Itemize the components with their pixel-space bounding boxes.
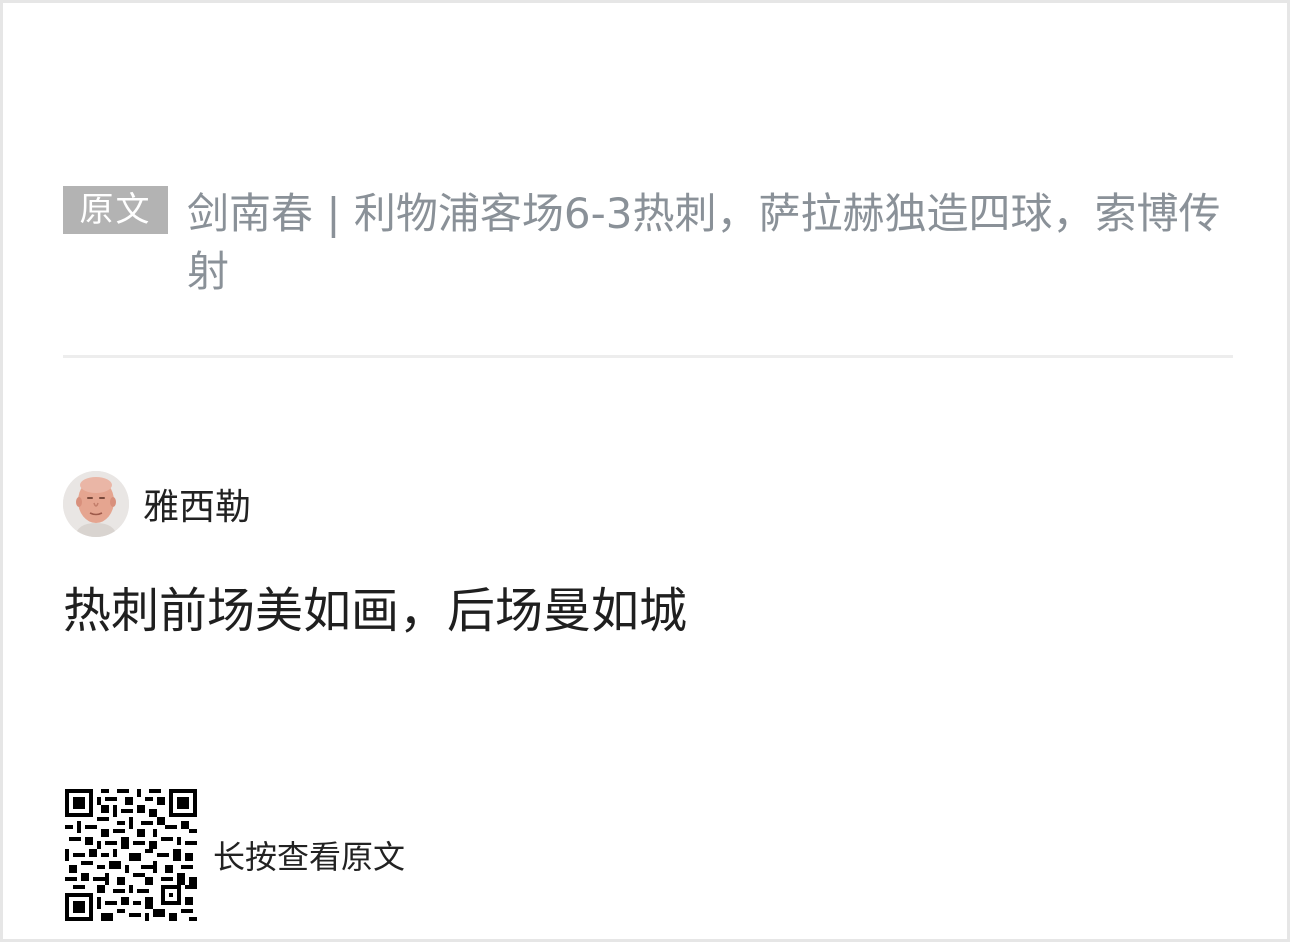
share-card: 原文 剑南春 | 利物浦客场6-3热刺，萨拉赫独造四球，索博传射 雅西勒 热刺前… — [0, 0, 1290, 942]
comment-text: 热刺前场美如画，后场曼如城 — [63, 583, 688, 639]
divider — [63, 355, 1233, 358]
article-title[interactable]: 剑南春 | 利物浦客场6-3热刺，萨拉赫独造四球，索博传射 — [187, 185, 1233, 301]
avatar[interactable] — [63, 471, 129, 537]
author-name[interactable]: 雅西勒 — [143, 478, 251, 530]
original-badge: 原文 — [63, 186, 168, 234]
qr-code-icon[interactable] — [65, 789, 197, 921]
author-row[interactable]: 雅西勒 — [63, 471, 251, 537]
qr-footer: 长按查看原文 — [65, 789, 405, 921]
original-article-link[interactable]: 原文 剑南春 | 利物浦客场6-3热刺，萨拉赫独造四球，索博传射 — [63, 185, 1233, 301]
person-avatar-icon — [63, 471, 129, 537]
long-press-hint: 长按查看原文 — [213, 838, 406, 876]
